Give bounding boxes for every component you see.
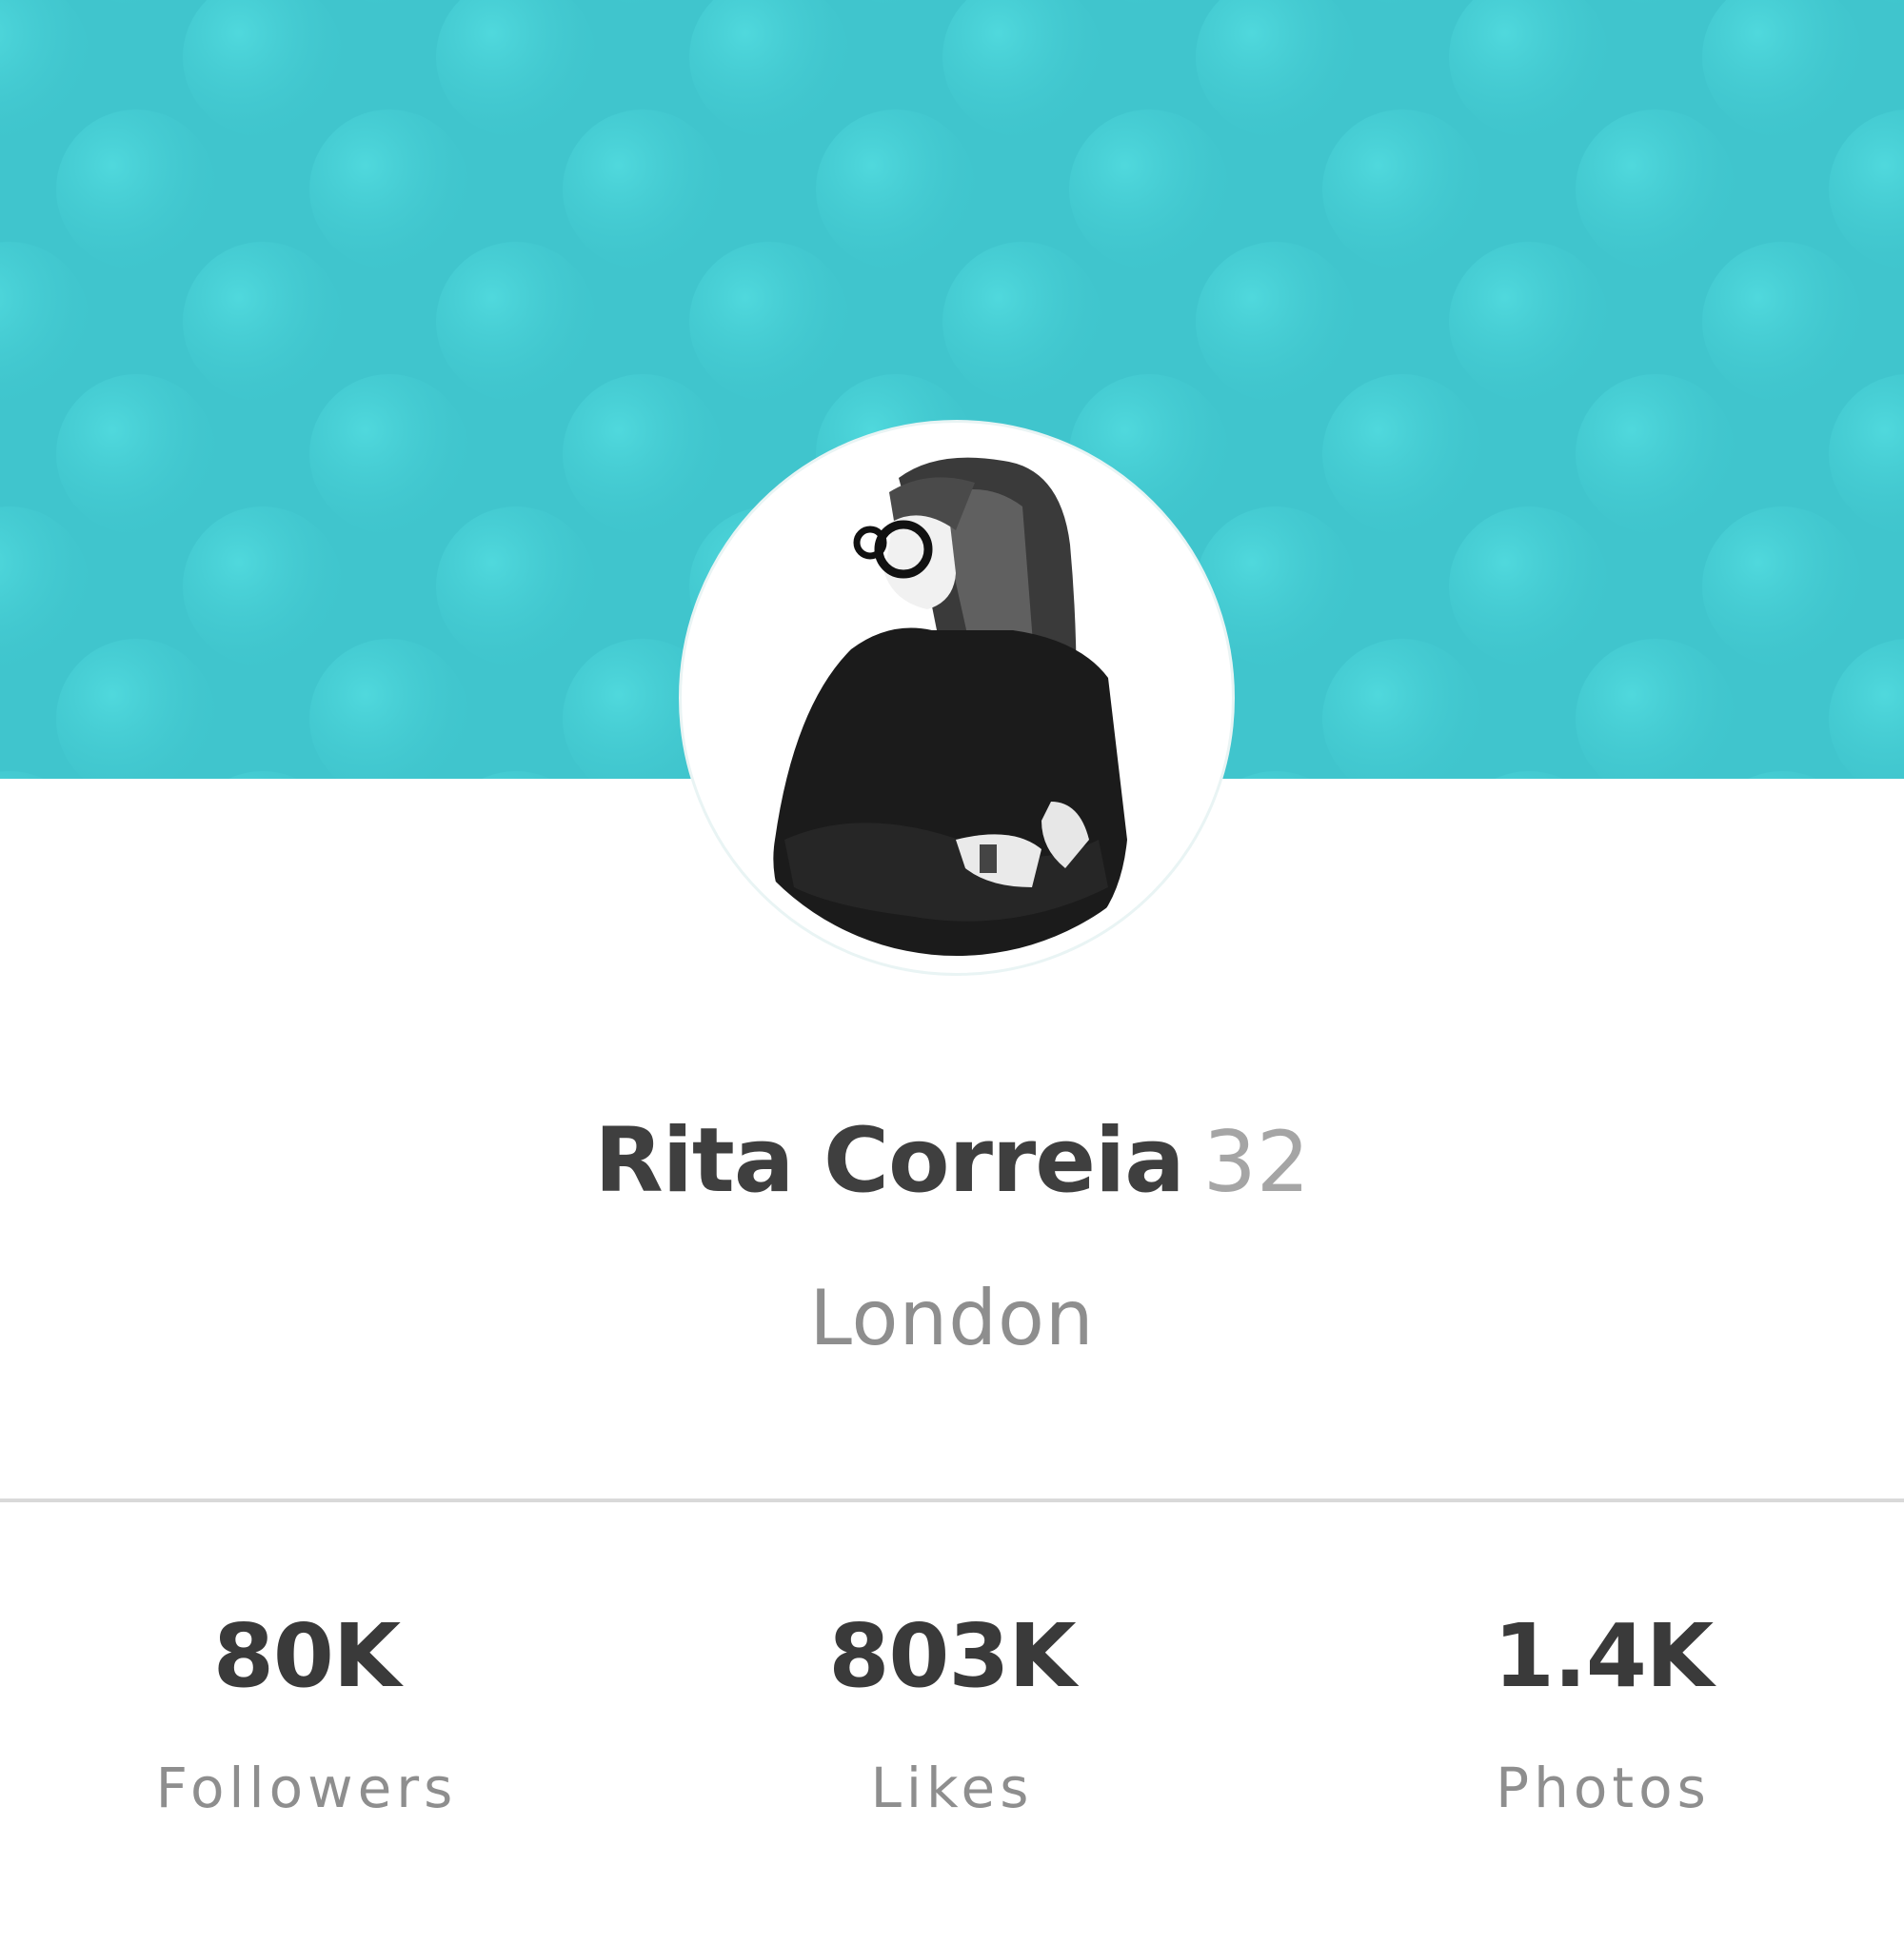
banner-dot (1449, 506, 1609, 666)
banner-dot (56, 109, 216, 269)
stat-label: Photos (1496, 1756, 1711, 1820)
banner-dot (942, 242, 1102, 402)
banner-dot (183, 506, 343, 666)
banner-dot (56, 374, 216, 534)
banner-dot (1196, 242, 1356, 402)
name-line: Rita Correia 32 (0, 1104, 1904, 1243)
banner-dot (436, 242, 596, 402)
stat-value: 1.4K (1493, 1605, 1714, 1707)
profile-location: London (809, 1274, 1095, 1362)
banner-dot (1702, 506, 1862, 666)
banner-dot (309, 109, 469, 269)
banner-dot (1322, 374, 1482, 534)
banner-dot (563, 374, 723, 534)
stat-photos[interactable]: 1.4K Photos (1365, 1599, 1841, 1826)
stat-likes[interactable]: 803K Likes (714, 1599, 1190, 1826)
profile-age: 32 (1202, 1113, 1310, 1211)
banner-dot (1449, 242, 1609, 402)
stat-label: Followers (155, 1756, 458, 1820)
banner-dot (1576, 374, 1735, 534)
stat-value: 803K (828, 1605, 1076, 1707)
profile-card: Rita Correia 32 London 80K Followers 803K… (0, 0, 1904, 1945)
banner-dot (563, 109, 723, 269)
avatar[interactable] (699, 440, 1215, 956)
banner-dot (1576, 109, 1735, 269)
banner-dot (1069, 109, 1229, 269)
banner-dot (436, 506, 596, 666)
profile-name: Rita Correia (594, 1109, 1184, 1213)
stat-value: 80K (212, 1605, 401, 1707)
profile-photo-icon (699, 440, 1215, 956)
banner-dot (183, 242, 343, 402)
banner-dot (309, 374, 469, 534)
banner-dot (816, 109, 976, 269)
stat-label: Likes (870, 1756, 1034, 1820)
banner-dot (1702, 242, 1862, 402)
stat-followers[interactable]: 80K Followers (69, 1599, 545, 1826)
stats-divider (0, 1498, 1904, 1502)
banner-dot (689, 242, 849, 402)
banner-dot (1322, 109, 1482, 269)
